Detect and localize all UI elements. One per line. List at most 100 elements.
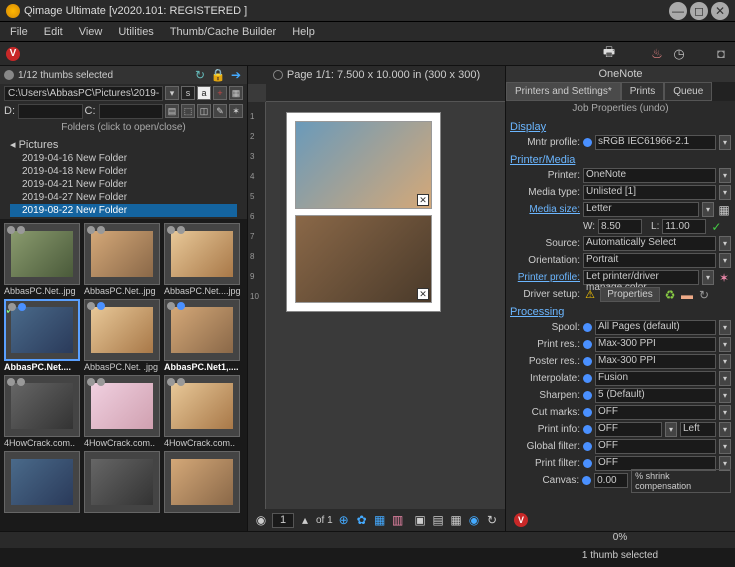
refresh-icon[interactable]: ↻ [193, 68, 207, 82]
page-photo-1[interactable]: ✕ [295, 121, 432, 209]
printer-profile-label[interactable]: Printer profile: [510, 272, 580, 283]
dropdown-icon[interactable]: ▾ [719, 135, 731, 150]
drive-c-input[interactable] [99, 104, 164, 119]
thumb-item[interactable]: AbbasPC.Net..jpg [84, 223, 160, 297]
minimize-button[interactable]: — [669, 2, 687, 20]
menu-file[interactable]: File [4, 24, 34, 40]
btn-plus[interactable]: + [213, 86, 227, 100]
media-size-label[interactable]: Media size: [510, 204, 580, 215]
maximize-button[interactable]: ◻ [690, 2, 708, 20]
dropdown-icon[interactable]: ▾ [719, 337, 731, 352]
media-size-select[interactable]: Letter [583, 202, 699, 217]
remove-photo-icon[interactable]: ✕ [417, 288, 429, 300]
flame-icon[interactable]: ♨ [649, 46, 665, 62]
canvas-input[interactable] [594, 473, 628, 488]
folder-node[interactable]: 2019-04-18 New Folder [10, 165, 237, 178]
dropdown-icon[interactable]: ▾ [719, 185, 731, 200]
path-dropdown-button[interactable]: ▾ [165, 86, 179, 100]
radio-icon[interactable] [583, 323, 592, 332]
dropdown-icon[interactable]: ▾ [719, 422, 731, 437]
radio-icon[interactable] [583, 408, 592, 417]
properties-button[interactable]: Properties [600, 287, 660, 302]
source-select[interactable]: Automatically Select [583, 236, 716, 251]
btn-s[interactable]: s [181, 86, 195, 100]
tool-1-icon[interactable]: ▤ [165, 104, 179, 118]
folder-node[interactable]: 2019-04-21 New Folder [10, 178, 237, 191]
job-props-label[interactable]: Job Properties (undo) [506, 101, 735, 116]
sharpen-select[interactable]: 5 (Default) [595, 388, 716, 403]
radio-icon[interactable] [582, 476, 591, 485]
poster-res-select[interactable]: Max-300 PPI [595, 354, 716, 369]
check-icon[interactable]: ✓ [709, 220, 723, 234]
printer-profile-select[interactable]: Let printer/driver manage color [583, 270, 699, 285]
thumb-item[interactable]: AbbasPC.Net1,.... [164, 299, 240, 373]
tab-printers-settings[interactable]: Printers and Settings* [506, 82, 621, 101]
drive-d-input[interactable] [18, 104, 83, 119]
lock-icon[interactable]: 🔒 [211, 68, 225, 82]
thumb-item[interactable]: 4HowCrack.com.. [84, 375, 160, 449]
dropdown-icon[interactable]: ▾ [719, 405, 731, 420]
orientation-select[interactable]: Portrait [583, 253, 716, 268]
radio-icon[interactable] [583, 425, 592, 434]
grid-icon[interactable]: ▦ [373, 513, 387, 527]
folder-node[interactable]: 2019-04-27 New Folder [10, 191, 237, 204]
cut-marks-select[interactable]: OFF [595, 405, 716, 420]
menu-thumb-cache[interactable]: Thumb/Cache Builder [164, 24, 282, 40]
section-printer-media[interactable]: Printer/Media [510, 151, 731, 167]
section-display[interactable]: Display [510, 118, 731, 134]
radio-icon[interactable] [583, 340, 592, 349]
thumb-item[interactable]: AbbasPC.Net....jpg [164, 223, 240, 297]
dropdown-icon[interactable]: ▾ [719, 320, 731, 335]
radio-icon[interactable] [583, 391, 592, 400]
radio-icon[interactable] [583, 374, 592, 383]
alert-v-icon[interactable]: V [514, 513, 528, 527]
global-filter-select[interactable]: OFF [595, 439, 716, 454]
mntr-profile-select[interactable]: sRGB IEC61966-2.1 [595, 135, 716, 150]
close-button[interactable]: ✕ [711, 2, 729, 20]
interpolate-select[interactable]: Fusion [595, 371, 716, 386]
dropdown-icon[interactable]: ▾ [719, 168, 731, 183]
radio-icon[interactable] [583, 357, 592, 366]
dropdown-icon[interactable]: ▾ [719, 354, 731, 369]
print-page[interactable]: ✕ ✕ [286, 112, 441, 312]
tool-2-icon[interactable]: ⬚ [181, 104, 195, 118]
thumb-item[interactable] [84, 451, 160, 513]
tab-prints[interactable]: Prints [621, 82, 665, 101]
remove-photo-icon[interactable]: ✕ [417, 194, 429, 206]
spool-select[interactable]: All Pages (default) [595, 320, 716, 335]
folder-node[interactable]: 2019-04-16 New Folder [10, 152, 237, 165]
t4-icon[interactable]: ◉ [467, 513, 481, 527]
print-icon[interactable]: 🖶 [601, 46, 617, 62]
disk-icon[interactable]: ◘ [713, 46, 729, 62]
print-info-select[interactable]: OFF [595, 422, 662, 437]
tree-root[interactable]: ◂ Pictures [10, 137, 237, 152]
thumb-item[interactable]: AbbasPC.Net..jpg [4, 223, 80, 297]
menu-help[interactable]: Help [286, 24, 321, 40]
dropdown-icon[interactable]: ▾ [702, 270, 714, 285]
radio-icon[interactable] [583, 459, 592, 468]
section-processing[interactable]: Processing [510, 303, 731, 319]
menu-utilities[interactable]: Utilities [112, 24, 159, 40]
profile-extra-icon[interactable]: ✶ [717, 271, 731, 285]
dropdown-icon[interactable]: ▾ [719, 388, 731, 403]
t5-icon[interactable]: ↻ [485, 513, 499, 527]
page-num-input[interactable] [272, 513, 294, 528]
dropdown-icon[interactable]: ▾ [719, 236, 731, 251]
radio-icon[interactable] [583, 138, 592, 147]
tab-queue[interactable]: Queue [664, 82, 712, 101]
t2-icon[interactable]: ▤ [431, 513, 445, 527]
page-photo-2[interactable]: ✕ [295, 215, 432, 303]
thumb-item[interactable]: 4HowCrack.com.. [4, 375, 80, 449]
print-info-side-select[interactable]: Left [680, 422, 716, 437]
add-page-icon[interactable]: ⊕ [337, 513, 351, 527]
menu-edit[interactable]: Edit [38, 24, 69, 40]
thumb-item[interactable]: AbbasPC.Net. .jpg [84, 299, 160, 373]
arrow-right-icon[interactable]: ➔ [229, 68, 243, 82]
print-res-select[interactable]: Max-300 PPI [595, 337, 716, 352]
dropdown-icon[interactable]: ▾ [702, 202, 714, 217]
thumb-item-selected[interactable]: ✓AbbasPC.Net.... [4, 299, 80, 373]
width-input[interactable] [598, 219, 642, 234]
ds3-icon[interactable]: ↻ [697, 288, 711, 302]
tool-3-icon[interactable]: ◫ [197, 104, 211, 118]
path-input[interactable] [4, 86, 163, 101]
